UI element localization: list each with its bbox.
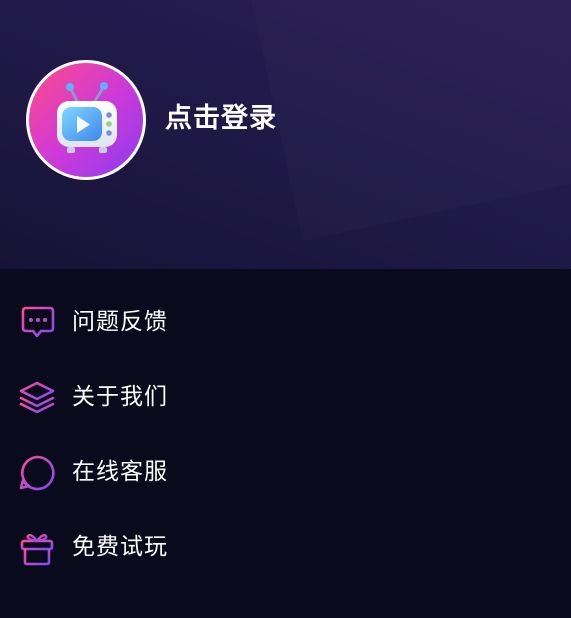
layers-icon [19, 381, 55, 414]
menu-item-customer-service[interactable]: 在线客服 [0, 441, 571, 501]
profile-header: 点击登录 [0, 0, 571, 269]
menu-item-label: 问题反馈 [72, 309, 168, 335]
login-label[interactable]: 点击登录 [165, 99, 277, 139]
menu-item-feedback[interactable]: 问题反馈 [0, 291, 571, 351]
menu-item-free-trial[interactable]: 免费试玩 [0, 516, 571, 576]
menu-item-label: 免费试玩 [72, 534, 168, 560]
chat-bubble-icon [21, 306, 55, 338]
message-circle-icon [19, 455, 55, 491]
menu-item-about[interactable]: 关于我们 [0, 366, 571, 426]
menu-item-label: 关于我们 [72, 384, 168, 410]
retro-tv-play-icon [57, 82, 117, 153]
gift-icon [20, 533, 54, 566]
menu-item-label: 在线客服 [72, 459, 168, 485]
avatar[interactable] [26, 60, 146, 180]
